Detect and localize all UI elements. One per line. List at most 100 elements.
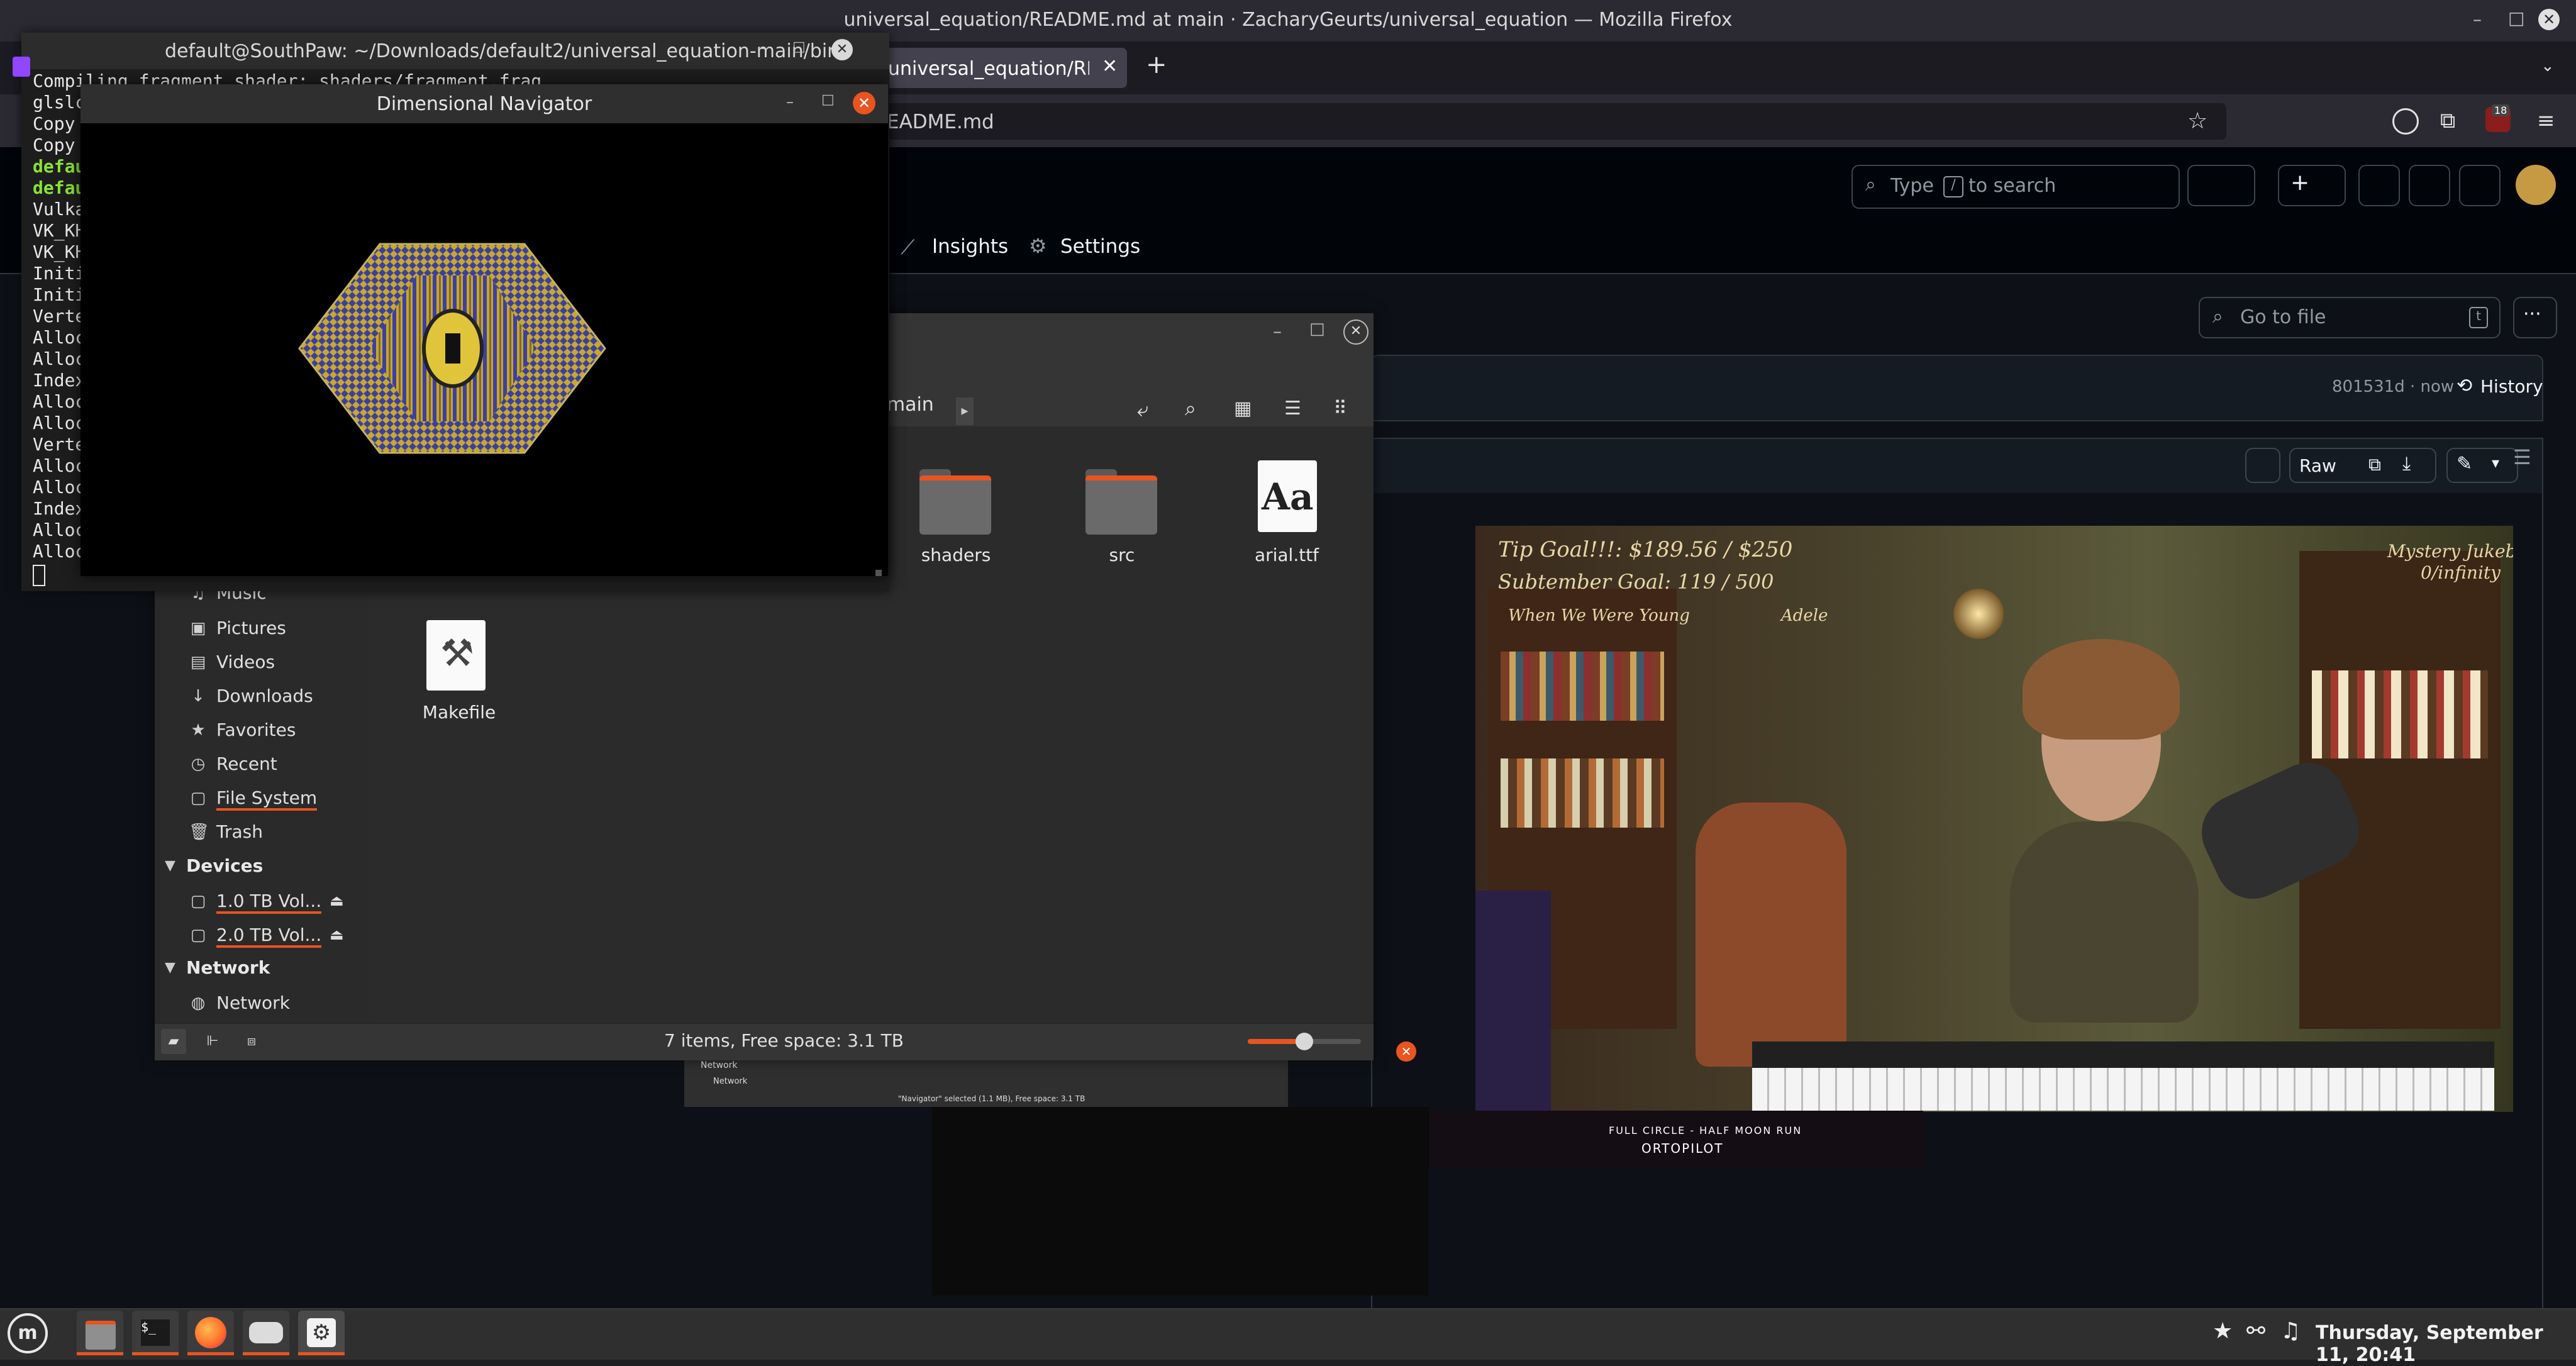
- terminal-line: glslc: [33, 92, 86, 113]
- copilot-file-button[interactable]: [2245, 448, 2280, 483]
- outline-icon[interactable]: ☰: [2513, 445, 2531, 469]
- toggle-location-icon[interactable]: ⤶: [1137, 397, 1148, 422]
- list-tabs-icon[interactable]: ⌄: [2541, 57, 2555, 75]
- close-icon[interactable]: ✕: [853, 92, 875, 114]
- expander-icon[interactable]: ▼: [165, 960, 175, 975]
- jukebox-count: 0/infinity: [2421, 562, 2501, 583]
- inbox-button[interactable]: [2459, 165, 2501, 206]
- path-next-icon[interactable]: ▸: [956, 397, 974, 425]
- commit-hash[interactable]: 801531d · now: [2332, 377, 2454, 396]
- stream-video[interactable]: Tip Goal!!!: $189.56 / $250 Subtember Go…: [1475, 526, 2513, 1112]
- go-to-file-input[interactable]: ⌕ Go to file t: [2199, 297, 2501, 338]
- navigator-window[interactable]: [80, 84, 888, 576]
- sidebar-item-device-2[interactable]: 2.0 TB Vol...: [216, 925, 322, 948]
- account-icon[interactable]: [2392, 108, 2419, 135]
- sidebar-item-network[interactable]: Network: [216, 992, 290, 1013]
- close-icon[interactable]: ✕: [1343, 319, 1368, 345]
- new-tab-icon[interactable]: +: [1146, 50, 1167, 79]
- sound-icon[interactable]: ♫: [2280, 1318, 2301, 1344]
- resize-grip-icon[interactable]: [875, 570, 882, 576]
- compact-view-icon[interactable]: ⠿: [1333, 397, 1347, 419]
- minimize-icon[interactable]: –: [2473, 9, 2482, 30]
- books: [1501, 758, 1664, 828]
- taskbar-files[interactable]: [77, 1311, 123, 1355]
- tab-insights[interactable]: Insights: [932, 235, 1008, 258]
- menu-logo-icon[interactable]: m: [8, 1313, 48, 1353]
- eject-icon[interactable]: ⏏: [330, 892, 344, 909]
- file-label[interactable]: arial.ttf: [1224, 545, 1350, 565]
- statusbar: ▰ ⊩ ⧈ 7 items, Free space: 3.1 TB: [155, 1023, 1374, 1060]
- history-link[interactable]: History: [2480, 376, 2543, 397]
- file-label[interactable]: Makefile: [396, 702, 522, 723]
- menu-icon[interactable]: ≡: [2537, 108, 2555, 133]
- terminal-titlebar[interactable]: default@SouthPaw: ~/Downloads/default2/u…: [21, 33, 889, 69]
- sidebar-item-videos[interactable]: Videos: [216, 652, 275, 672]
- more-options-button[interactable]: ···: [2513, 297, 2557, 338]
- file-label[interactable]: shaders: [893, 545, 1019, 565]
- makefile-icon[interactable]: ⚒: [426, 620, 486, 691]
- tab-settings[interactable]: Settings: [1060, 235, 1140, 258]
- maximize-icon[interactable]: □: [2508, 8, 2524, 28]
- search-icon[interactable]: ⌕: [1185, 396, 1196, 421]
- sidebar-item-filesystem[interactable]: File System: [216, 787, 318, 811]
- maximize-icon[interactable]: □: [792, 39, 806, 55]
- sidebar-item-favorites[interactable]: Favorites: [216, 719, 296, 740]
- sidebar-item-recent[interactable]: Recent: [216, 753, 277, 774]
- clock[interactable]: Thursday, September 11, 20:41: [2316, 1322, 2576, 1366]
- folder-icon[interactable]: [1085, 467, 1157, 535]
- terminal-line: Alloc: [33, 348, 86, 369]
- maximize-icon[interactable]: □: [821, 92, 835, 108]
- navigator-canvas[interactable]: [80, 84, 888, 576]
- show-places-icon[interactable]: ▰: [161, 1029, 186, 1054]
- expander-icon[interactable]: ▼: [165, 858, 175, 874]
- minimize-icon[interactable]: –: [757, 39, 765, 57]
- eject-icon[interactable]: ⏏: [330, 926, 344, 943]
- sidebar-item-trash[interactable]: Trash: [216, 821, 263, 842]
- close-icon[interactable]: ✕: [2538, 9, 2560, 30]
- twitch-icon[interactable]: [13, 57, 30, 77]
- extensions-icon[interactable]: ⧉: [2440, 108, 2455, 133]
- minimize-icon[interactable]: –: [786, 93, 794, 111]
- raw-button[interactable]: Raw: [2299, 455, 2336, 476]
- github-search[interactable]: ⌕ Type / to search: [1852, 165, 2180, 209]
- font-glyph: Aa: [1262, 475, 1314, 518]
- hide-sidebar-icon[interactable]: ⧈: [239, 1029, 264, 1054]
- ghost-close-icon[interactable]: ✕: [1396, 1041, 1416, 1062]
- taskbar-firefox[interactable]: [187, 1311, 234, 1355]
- url-bar[interactable]: EADME.md ☆: [862, 103, 2226, 140]
- maximize-icon[interactable]: □: [1309, 319, 1325, 338]
- sidebar-item-device-1[interactable]: 1.0 TB Vol...: [216, 891, 322, 914]
- sidebar-item-pictures[interactable]: Pictures: [216, 618, 286, 638]
- network-icon[interactable]: ⚯: [2246, 1318, 2265, 1344]
- pull-requests-button[interactable]: [2409, 165, 2450, 206]
- show-tree-icon[interactable]: ⊩: [200, 1029, 225, 1054]
- tab-readme[interactable]: universal_equation/README. ✕: [853, 48, 1127, 88]
- terminal-line: Copy: [33, 113, 75, 134]
- close-icon[interactable]: ✕: [831, 39, 853, 60]
- zoom-handle[interactable]: [1296, 1033, 1313, 1050]
- copy-icon[interactable]: ⧉: [2368, 454, 2381, 475]
- download-icon[interactable]: ⤓: [2402, 453, 2411, 475]
- font-file-icon[interactable]: Aa: [1258, 460, 1317, 532]
- sidebar-item-downloads[interactable]: Downloads: [216, 686, 313, 706]
- zoom-slider[interactable]: [1248, 1033, 1361, 1050]
- taskbar-settings[interactable]: ⚙: [298, 1311, 345, 1355]
- minimize-icon[interactable]: –: [1273, 321, 1282, 342]
- file-label[interactable]: src: [1059, 545, 1185, 565]
- ghost-network-item: Network: [713, 1077, 748, 1086]
- avatar[interactable]: [2516, 165, 2556, 205]
- copilot-button[interactable]: [2187, 165, 2255, 206]
- folder-icon[interactable]: [919, 467, 991, 535]
- edit-group[interactable]: ✎ ▾: [2446, 448, 2518, 483]
- books: [1501, 652, 1664, 721]
- issues-button[interactable]: [2358, 165, 2400, 206]
- list-view-icon[interactable]: ☰: [1284, 397, 1301, 419]
- taskbar-game[interactable]: [243, 1311, 289, 1355]
- tab-close-icon[interactable]: ✕: [1102, 55, 1118, 77]
- star-icon[interactable]: ★: [2212, 1318, 2233, 1344]
- taskbar-terminal[interactable]: $_: [132, 1311, 179, 1355]
- navigator-titlebar[interactable]: Dimensional Navigator – □ ✕: [80, 84, 888, 123]
- icon-view-icon[interactable]: ▦: [1234, 397, 1252, 419]
- create-new-button[interactable]: +: [2278, 165, 2346, 206]
- bookmark-star-icon[interactable]: ☆: [2187, 108, 2207, 134]
